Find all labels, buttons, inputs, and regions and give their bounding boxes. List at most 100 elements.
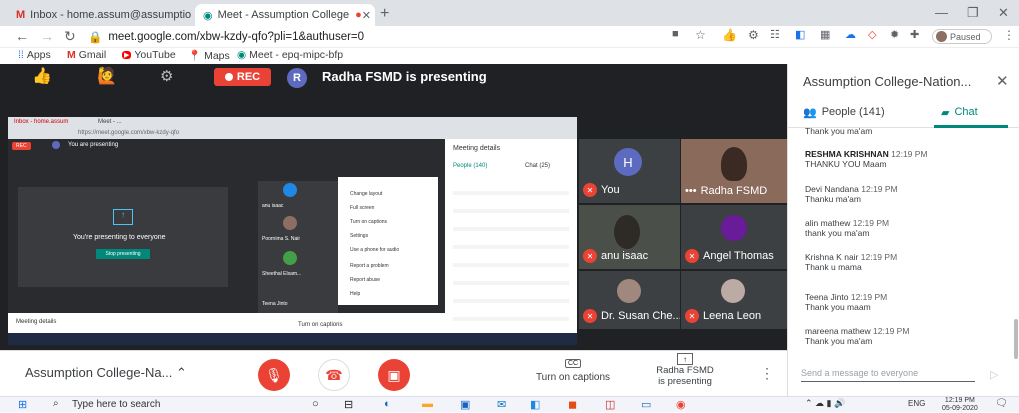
participant-tile[interactable]: ✕ Leena Leon bbox=[681, 271, 787, 329]
camera-icon[interactable]: ■ bbox=[672, 28, 679, 40]
participant-tile[interactable]: ✕ Angel Thomas bbox=[681, 205, 787, 269]
captions-button[interactable]: CC Turn on captions bbox=[528, 356, 618, 383]
bookmark-youtube[interactable]: ▶ YouTube bbox=[122, 49, 176, 61]
shared-presenting-text: You're presenting to everyone bbox=[73, 234, 166, 241]
file-explorer-icon[interactable]: ▬ bbox=[422, 398, 433, 410]
tab-people[interactable]: 👥 People (141) bbox=[803, 106, 885, 119]
clock[interactable]: 12:19 PM 05-09-2020 bbox=[942, 397, 978, 413]
menu-item[interactable]: Use a phone for audio bbox=[350, 247, 399, 253]
camera-toggle-button[interactable]: ▣ bbox=[378, 359, 410, 391]
shared-details-panel: Meeting details People (140) Chat (25) bbox=[445, 139, 577, 333]
participant-tile[interactable]: ✕ anu isaac bbox=[579, 205, 680, 269]
presentation-button[interactable]: ↑ Radha FSMD is presenting bbox=[640, 353, 730, 387]
scrollbar[interactable] bbox=[1014, 319, 1018, 359]
chat-icon: ▰ bbox=[941, 107, 950, 119]
office-icon[interactable]: ◼ bbox=[568, 398, 577, 411]
leave-call-button[interactable]: ☎ bbox=[318, 359, 350, 391]
participant-video bbox=[721, 147, 747, 181]
bookmark-maps[interactable]: 📍 Maps bbox=[188, 49, 230, 63]
shared-panel-title: Meeting details bbox=[453, 145, 501, 152]
send-icon[interactable]: ▷ bbox=[990, 368, 998, 381]
extensions-puzzle-icon[interactable]: ✚ bbox=[910, 28, 919, 41]
participant-avatar: H bbox=[614, 148, 642, 176]
window-close-icon[interactable]: ✕ bbox=[998, 5, 1009, 21]
windows-start-icon[interactable]: ⊞ bbox=[18, 398, 27, 411]
extension-icon[interactable]: ✹ bbox=[890, 28, 899, 41]
meeting-details-button[interactable]: Assumption College-Na... ⌃ bbox=[25, 365, 187, 381]
participant-tile[interactable]: H ✕ You bbox=[579, 139, 680, 203]
app-icon[interactable]: ◫ bbox=[605, 398, 615, 411]
star-icon[interactable]: ☆ bbox=[695, 28, 706, 42]
forward-icon[interactable]: → bbox=[40, 28, 54, 44]
shared-present-panel: ↑ You're presenting to everyone Stop pre… bbox=[18, 187, 228, 287]
mail-icon[interactable]: ✉ bbox=[497, 398, 506, 411]
shared-stop-button[interactable]: Stop presenting bbox=[96, 249, 150, 259]
input-language[interactable]: ENG bbox=[908, 399, 925, 408]
meet-icon: ◉ bbox=[237, 49, 247, 61]
menu-item[interactable]: Settings bbox=[350, 233, 368, 239]
raise-hand-icon[interactable]: 🙋 bbox=[97, 66, 117, 86]
back-icon[interactable]: ← bbox=[15, 28, 29, 44]
extension-icon[interactable]: ☷ bbox=[770, 28, 780, 41]
thumbs-up-icon[interactable]: 👍 bbox=[32, 66, 52, 86]
taskbar-search-input[interactable]: Type here to search bbox=[72, 399, 160, 410]
app-icon[interactable]: ◧ bbox=[530, 398, 540, 411]
mic-off-icon: ✕ bbox=[583, 183, 597, 197]
close-icon[interactable]: ✕ bbox=[191, 9, 192, 22]
presenting-title: Radha FSMD is presenting bbox=[322, 69, 487, 84]
extension-icon[interactable]: ▦ bbox=[820, 28, 830, 41]
shared-name: Sheethal Elsam... bbox=[262, 271, 302, 277]
reload-icon[interactable]: ↻ bbox=[64, 28, 76, 45]
edge-icon[interactable]: ◐ bbox=[384, 398, 391, 410]
app-icon[interactable]: ▭ bbox=[641, 398, 651, 411]
present-screen-icon: ↑ bbox=[677, 353, 693, 365]
menu-item[interactable]: Full screen bbox=[350, 205, 374, 211]
url-text: meet.google.com/xbw-kzdy-qfo?pli=1&authu… bbox=[108, 31, 365, 43]
menu-item[interactable]: Report a problem bbox=[350, 263, 389, 269]
extension-icon[interactable]: ⚙ bbox=[748, 28, 759, 42]
notifications-icon[interactable]: 🗨 bbox=[995, 398, 1008, 409]
shared-avatar bbox=[283, 251, 297, 265]
participant-tile[interactable]: ••• Radha FSMD bbox=[681, 139, 787, 203]
store-icon[interactable]: ▣ bbox=[460, 398, 470, 411]
participant-tile[interactable]: ✕ Dr. Susan Che... bbox=[579, 271, 680, 329]
participant-name: ✕ Angel Thomas bbox=[685, 249, 774, 263]
extension-icon[interactable]: 👍 bbox=[722, 28, 737, 42]
chat-message: Krishna K nair 12:19 PM Thank u mama bbox=[805, 252, 898, 272]
extension-icon[interactable]: ☁ bbox=[845, 28, 856, 41]
meet-icon: ◉ bbox=[203, 9, 213, 22]
tab-strip: M Inbox - home.assum@assumptio ✕ ◉ Meet … bbox=[0, 0, 1019, 26]
tab-chat[interactable]: ▰ Chat bbox=[941, 106, 978, 119]
bookmarks-bar: ⁞⁞ Apps M Gmail ▶ YouTube 📍 Maps ◉ Meet - epq… bbox=[0, 48, 1019, 64]
cortana-icon[interactable]: ○ bbox=[312, 398, 319, 410]
bookmark-apps[interactable]: ⁞⁞ Apps bbox=[18, 49, 51, 61]
close-icon[interactable]: ✕ bbox=[996, 72, 1009, 90]
new-tab-icon[interactable]: + bbox=[380, 5, 389, 23]
url-field[interactable]: 🔒 meet.google.com/xbw-kzdy-qfo?pli=1&aut… bbox=[88, 28, 688, 46]
settings-gear-icon[interactable]: ⚙ bbox=[160, 67, 173, 85]
shared-name: Teena Jinto bbox=[262, 301, 288, 307]
close-icon[interactable]: ✕ bbox=[362, 9, 371, 22]
maximize-icon[interactable]: ❐ bbox=[967, 5, 979, 21]
profile-button[interactable]: Paused bbox=[932, 29, 992, 44]
shared-options-menu: Change layout Full screen Turn on captio… bbox=[338, 177, 438, 305]
more-options-icon[interactable]: ⋮ bbox=[760, 365, 774, 382]
task-view-icon[interactable]: ⊟ bbox=[344, 398, 353, 411]
menu-item[interactable]: Help bbox=[350, 291, 360, 297]
extension-icon[interactable]: ◇ bbox=[868, 28, 876, 41]
chevron-up-icon: ⌃ bbox=[176, 365, 187, 380]
chrome-icon[interactable]: ◉ bbox=[676, 398, 686, 411]
menu-item[interactable]: Turn on captions bbox=[350, 219, 387, 225]
mic-toggle-button[interactable]: 🎙 bbox=[258, 359, 290, 391]
minimize-icon[interactable]: — bbox=[935, 5, 948, 20]
tab-inbox[interactable]: M Inbox - home.assum@assumptio ✕ bbox=[8, 4, 192, 26]
bookmark-gmail[interactable]: M Gmail bbox=[67, 49, 106, 61]
extension-icon[interactable]: ◧ bbox=[795, 28, 805, 41]
menu-dots-icon[interactable]: ⋮ bbox=[1003, 28, 1015, 42]
menu-item[interactable]: Change layout bbox=[350, 191, 382, 197]
menu-item[interactable]: Report abuse bbox=[350, 277, 380, 283]
tab-meet[interactable]: ◉ Meet - Assumption College ● ✕ bbox=[195, 4, 375, 26]
chat-message-input[interactable]: Send a message to everyone bbox=[801, 368, 975, 382]
bookmark-meet[interactable]: ◉ Meet - epq-mipc-bfp bbox=[237, 49, 343, 61]
chat-message: RESHMA KRISHNAN 12:19 PM THANKU YOU Maam bbox=[805, 149, 928, 169]
